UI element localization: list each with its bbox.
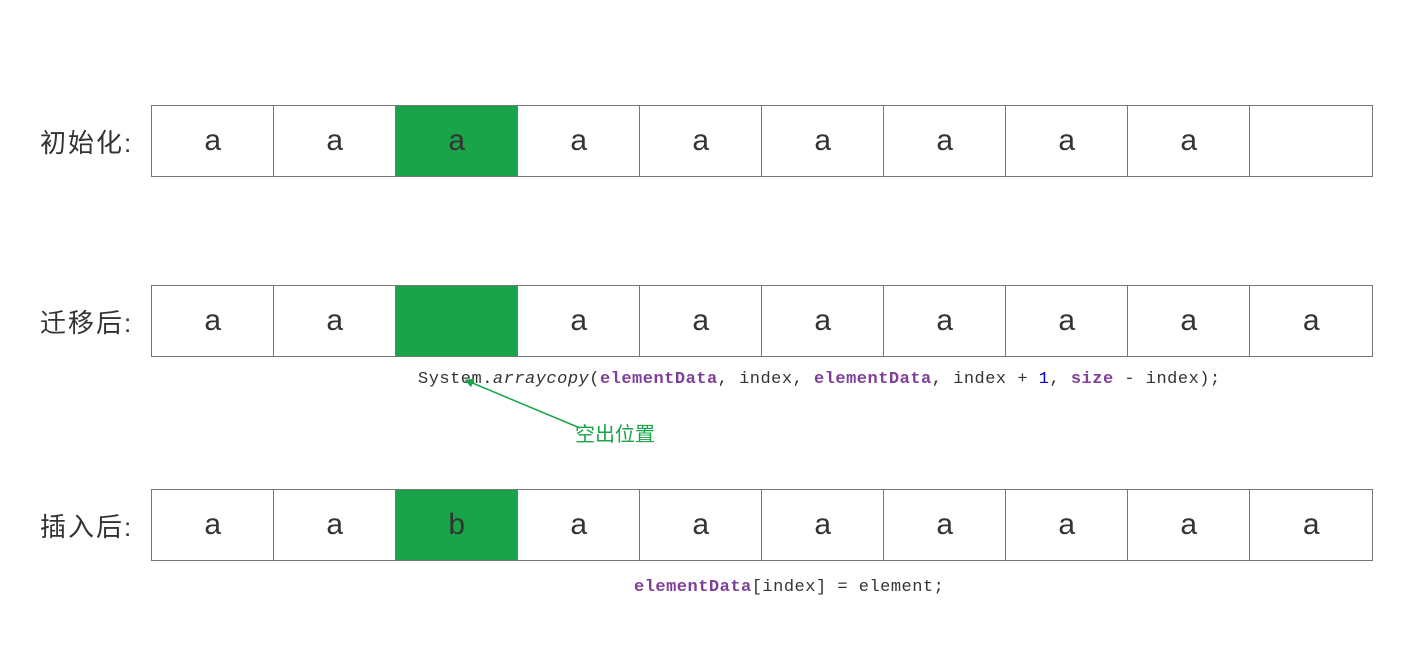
- cell: a: [518, 490, 640, 560]
- code-token-param: size: [1071, 370, 1114, 389]
- label-init: 初始化:: [40, 123, 133, 160]
- array-init: a a a a a a a a a: [151, 105, 1373, 177]
- cell: a: [1006, 286, 1128, 356]
- cell: a: [152, 106, 274, 176]
- cell: a: [1006, 106, 1128, 176]
- row-init: 初始化: a a a a a a a a a: [40, 105, 1373, 177]
- cell: a: [518, 286, 640, 356]
- code-token: ,: [1049, 370, 1070, 389]
- label-shift: 迁移后:: [40, 303, 133, 340]
- cell: a: [1128, 106, 1250, 176]
- cell: a: [884, 106, 1006, 176]
- code-assign: elementData[index] = element;: [634, 578, 944, 597]
- cell: a: [1006, 490, 1128, 560]
- cell: a: [274, 106, 396, 176]
- cell: a: [884, 286, 1006, 356]
- code-token-param: elementData: [634, 578, 752, 597]
- cell: a: [1250, 490, 1372, 560]
- cell: a: [274, 286, 396, 356]
- code-token: ] = element;: [816, 578, 944, 597]
- cell: a: [1250, 286, 1372, 356]
- row-after: 插入后: a a b a a a a a a a: [40, 489, 1373, 561]
- annotation-empty-slot: 空出位置: [575, 418, 655, 447]
- row-shift: 迁移后: a a a a a a a a a: [40, 285, 1373, 357]
- cell: a: [640, 490, 762, 560]
- code-token-param: elementData: [814, 370, 932, 389]
- cell: a: [640, 106, 762, 176]
- cell: a: [1128, 490, 1250, 560]
- cell: [1250, 106, 1372, 176]
- code-token: - index);: [1114, 370, 1221, 389]
- cell: a: [640, 286, 762, 356]
- code-token: , index,: [718, 370, 814, 389]
- cell: a: [762, 106, 884, 176]
- cell: a: [274, 490, 396, 560]
- code-token-idx: index: [762, 578, 816, 597]
- cell: a: [1128, 286, 1250, 356]
- code-token: , index +: [932, 370, 1039, 389]
- cell: a: [152, 286, 274, 356]
- cell-highlight-empty: [396, 286, 518, 356]
- cell: a: [518, 106, 640, 176]
- code-token-param: elementData: [600, 370, 718, 389]
- array-shift: a a a a a a a a a: [151, 285, 1373, 357]
- cell-highlight: b: [396, 490, 518, 560]
- array-after: a a b a a a a a a a: [151, 489, 1373, 561]
- code-token-number: 1: [1039, 370, 1050, 389]
- cell: a: [762, 490, 884, 560]
- cell-highlight: a: [396, 106, 518, 176]
- code-token: [: [752, 578, 763, 597]
- label-after: 插入后:: [40, 507, 133, 544]
- cell: a: [152, 490, 274, 560]
- cell: a: [762, 286, 884, 356]
- cell: a: [884, 490, 1006, 560]
